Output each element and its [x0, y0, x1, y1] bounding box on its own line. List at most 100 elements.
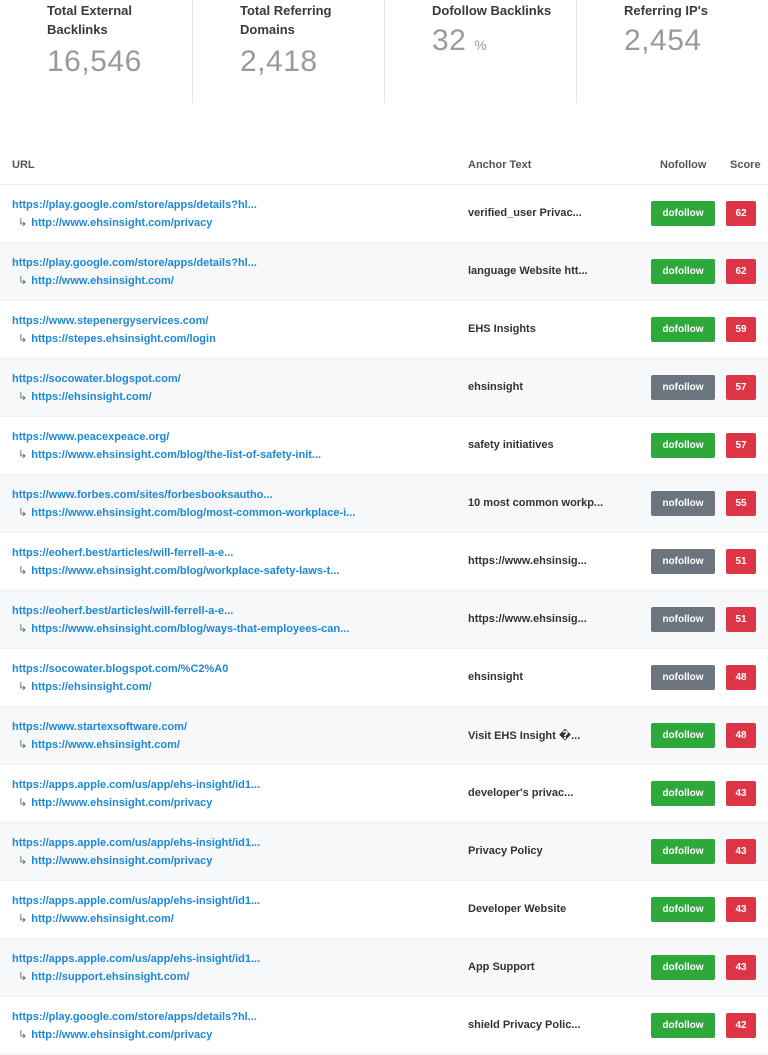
score-badge: 57: [726, 433, 756, 458]
child-arrow-icon: ↳: [18, 565, 28, 577]
follow-badge: nofollow: [651, 491, 715, 516]
stat-label-line2: Domains: [240, 22, 295, 37]
anchor-text: developer's privac...: [468, 787, 574, 799]
target-url-link[interactable]: ↳ https://stepes.ehsinsight.com/login: [18, 332, 216, 345]
column-header-url[interactable]: URL: [12, 159, 35, 171]
target-url-text[interactable]: http://www.ehsinsight.com/privacy: [31, 1029, 212, 1041]
target-url-text[interactable]: https://www.ehsinsight.com/blog/ways-tha…: [31, 623, 349, 635]
source-url-link[interactable]: https://apps.apple.com/us/app/ehs-insigh…: [12, 895, 260, 907]
score-badge: 62: [726, 201, 756, 226]
target-url-text[interactable]: https://www.ehsinsight.com/blog/the-list…: [31, 449, 321, 461]
target-url-link[interactable]: ↳ https://ehsinsight.com/: [18, 390, 152, 403]
source-url-link[interactable]: https://apps.apple.com/us/app/ehs-insigh…: [12, 837, 260, 849]
follow-badge: nofollow: [651, 549, 715, 574]
source-url-link[interactable]: https://eoherf.best/articles/will-ferrel…: [12, 605, 233, 617]
stat-value-number: 32: [432, 24, 467, 57]
target-url-text[interactable]: http://www.ehsinsight.com/privacy: [31, 855, 212, 867]
target-url-link[interactable]: ↳ http://www.ehsinsight.com/privacy: [18, 854, 212, 867]
column-header-score[interactable]: Score: [730, 159, 761, 171]
target-url-text[interactable]: http://www.ehsinsight.com/privacy: [31, 217, 212, 229]
table-row: https://play.google.com/store/apps/detai…: [0, 997, 768, 1055]
score-badge: 62: [726, 259, 756, 284]
target-url-text[interactable]: http://www.ehsinsight.com/: [31, 913, 174, 925]
child-arrow-icon: ↳: [18, 739, 28, 751]
target-url-link[interactable]: ↳ https://www.ehsinsight.com/: [18, 738, 180, 751]
child-arrow-icon: ↳: [18, 217, 28, 229]
follow-badge: dofollow: [651, 433, 715, 458]
score-badge: 48: [726, 665, 756, 690]
source-url-link[interactable]: https://play.google.com/store/apps/detai…: [12, 199, 257, 211]
follow-badge: dofollow: [651, 1013, 715, 1038]
target-url-link[interactable]: ↳ https://www.ehsinsight.com/blog/most-co…: [18, 506, 355, 519]
column-header-anchor-text[interactable]: Anchor Text: [468, 159, 531, 171]
follow-badge: dofollow: [651, 955, 715, 980]
stat-value: 16,546: [47, 45, 192, 79]
target-url-link[interactable]: ↳ http://www.ehsinsight.com/: [18, 274, 174, 287]
table-row: https://eoherf.best/articles/will-ferrel…: [0, 533, 768, 591]
table-row: https://apps.apple.com/us/app/ehs-insigh…: [0, 765, 768, 823]
anchor-text: 10 most common workp...: [468, 497, 604, 509]
child-arrow-icon: ↳: [18, 391, 28, 403]
target-url-link[interactable]: ↳ https://ehsinsight.com/: [18, 680, 152, 693]
score-badge: 57: [726, 375, 756, 400]
target-url-link[interactable]: ↳ https://www.ehsinsight.com/blog/workpla…: [18, 564, 339, 577]
stat-label-line1: Dofollow Backlinks: [432, 3, 552, 18]
table-row: https://www.startexsoftware.com/ ↳ https:/…: [0, 707, 768, 765]
child-arrow-icon: ↳: [18, 681, 28, 693]
stat-label-line1: Total External: [47, 3, 133, 18]
stat-value-unit: %: [474, 37, 488, 53]
child-arrow-icon: ↳: [18, 797, 28, 809]
target-url-text[interactable]: https://ehsinsight.com/: [31, 681, 151, 693]
target-url-text[interactable]: http://www.ehsinsight.com/privacy: [31, 797, 212, 809]
target-url-text[interactable]: https://www.ehsinsight.com/blog/most-com…: [31, 507, 355, 519]
target-url-link[interactable]: ↳ https://www.ehsinsight.com/blog/ways-th…: [18, 622, 349, 635]
target-url-text[interactable]: http://www.ehsinsight.com/: [31, 275, 174, 287]
stat-referring-ips: Referring IP's 2,454: [576, 0, 768, 103]
target-url-text[interactable]: https://stepes.ehsinsight.com/login: [31, 333, 216, 345]
target-url-link[interactable]: ↳ http://www.ehsinsight.com/privacy: [18, 796, 212, 809]
table-row: https://apps.apple.com/us/app/ehs-insigh…: [0, 939, 768, 997]
follow-badge: nofollow: [651, 375, 715, 400]
child-arrow-icon: ↳: [18, 913, 28, 925]
score-badge: 43: [726, 839, 756, 864]
target-url-link[interactable]: ↳ https://www.ehsinsight.com/blog/the-lis…: [18, 448, 321, 461]
source-url-link[interactable]: https://eoherf.best/articles/will-ferrel…: [12, 547, 233, 559]
follow-badge: dofollow: [651, 201, 715, 226]
score-badge: 43: [726, 781, 756, 806]
source-url-link[interactable]: https://www.peacexpeace.org/: [12, 431, 169, 443]
source-url-link[interactable]: https://www.startexsoftware.com/: [12, 721, 187, 733]
target-url-link[interactable]: ↳ http://www.ehsinsight.com/privacy: [18, 216, 212, 229]
table-row: https://www.peacexpeace.org/ ↳ https://www…: [0, 417, 768, 475]
source-url-link[interactable]: https://www.forbes.com/sites/forbesbooks…: [12, 489, 273, 501]
source-url-link[interactable]: https://play.google.com/store/apps/detai…: [12, 257, 257, 269]
table-row: https://play.google.com/store/apps/detai…: [0, 243, 768, 301]
source-url-link[interactable]: https://socowater.blogspot.com/%C2%A0: [12, 663, 228, 675]
target-url-link[interactable]: ↳ http://www.ehsinsight.com/privacy: [18, 1028, 212, 1041]
source-url-link[interactable]: https://www.stepenergyservices.com/: [12, 315, 208, 327]
target-url-text[interactable]: https://www.ehsinsight.com/: [31, 739, 180, 751]
target-url-text[interactable]: https://www.ehsinsight.com/blog/workplac…: [31, 565, 339, 577]
score-badge: 48: [726, 723, 756, 748]
anchor-text: https://www.ehsinsig...: [468, 613, 587, 625]
table-row: https://play.google.com/store/apps/detai…: [0, 185, 768, 243]
target-url-link[interactable]: ↳ http://support.ehsinsight.com/: [18, 970, 190, 983]
source-url-link[interactable]: https://socowater.blogspot.com/: [12, 373, 181, 385]
table-row: https://apps.apple.com/us/app/ehs-insigh…: [0, 823, 768, 881]
target-url-text[interactable]: https://ehsinsight.com/: [31, 391, 151, 403]
stat-value: 2,454: [624, 24, 768, 58]
child-arrow-icon: ↳: [18, 449, 28, 461]
anchor-text: ehsinsight: [468, 381, 524, 393]
anchor-text: App Support: [468, 961, 535, 973]
table-row: https://www.forbes.com/sites/forbesbooks…: [0, 475, 768, 533]
target-url-link[interactable]: ↳ http://www.ehsinsight.com/: [18, 912, 174, 925]
score-badge: 42: [726, 1013, 756, 1038]
stats-summary: Total External Backlinks 16,546 Total Re…: [0, 0, 768, 103]
anchor-text: Visit EHS Insight �...: [468, 730, 581, 742]
anchor-text: language Website htt...: [468, 265, 588, 277]
column-header-nofollow[interactable]: Nofollow: [660, 159, 706, 171]
target-url-text[interactable]: http://support.ehsinsight.com/: [31, 971, 189, 983]
source-url-link[interactable]: https://play.google.com/store/apps/detai…: [12, 1011, 257, 1023]
source-url-link[interactable]: https://apps.apple.com/us/app/ehs-insigh…: [12, 779, 260, 791]
follow-badge: dofollow: [651, 839, 715, 864]
source-url-link[interactable]: https://apps.apple.com/us/app/ehs-insigh…: [12, 953, 260, 965]
